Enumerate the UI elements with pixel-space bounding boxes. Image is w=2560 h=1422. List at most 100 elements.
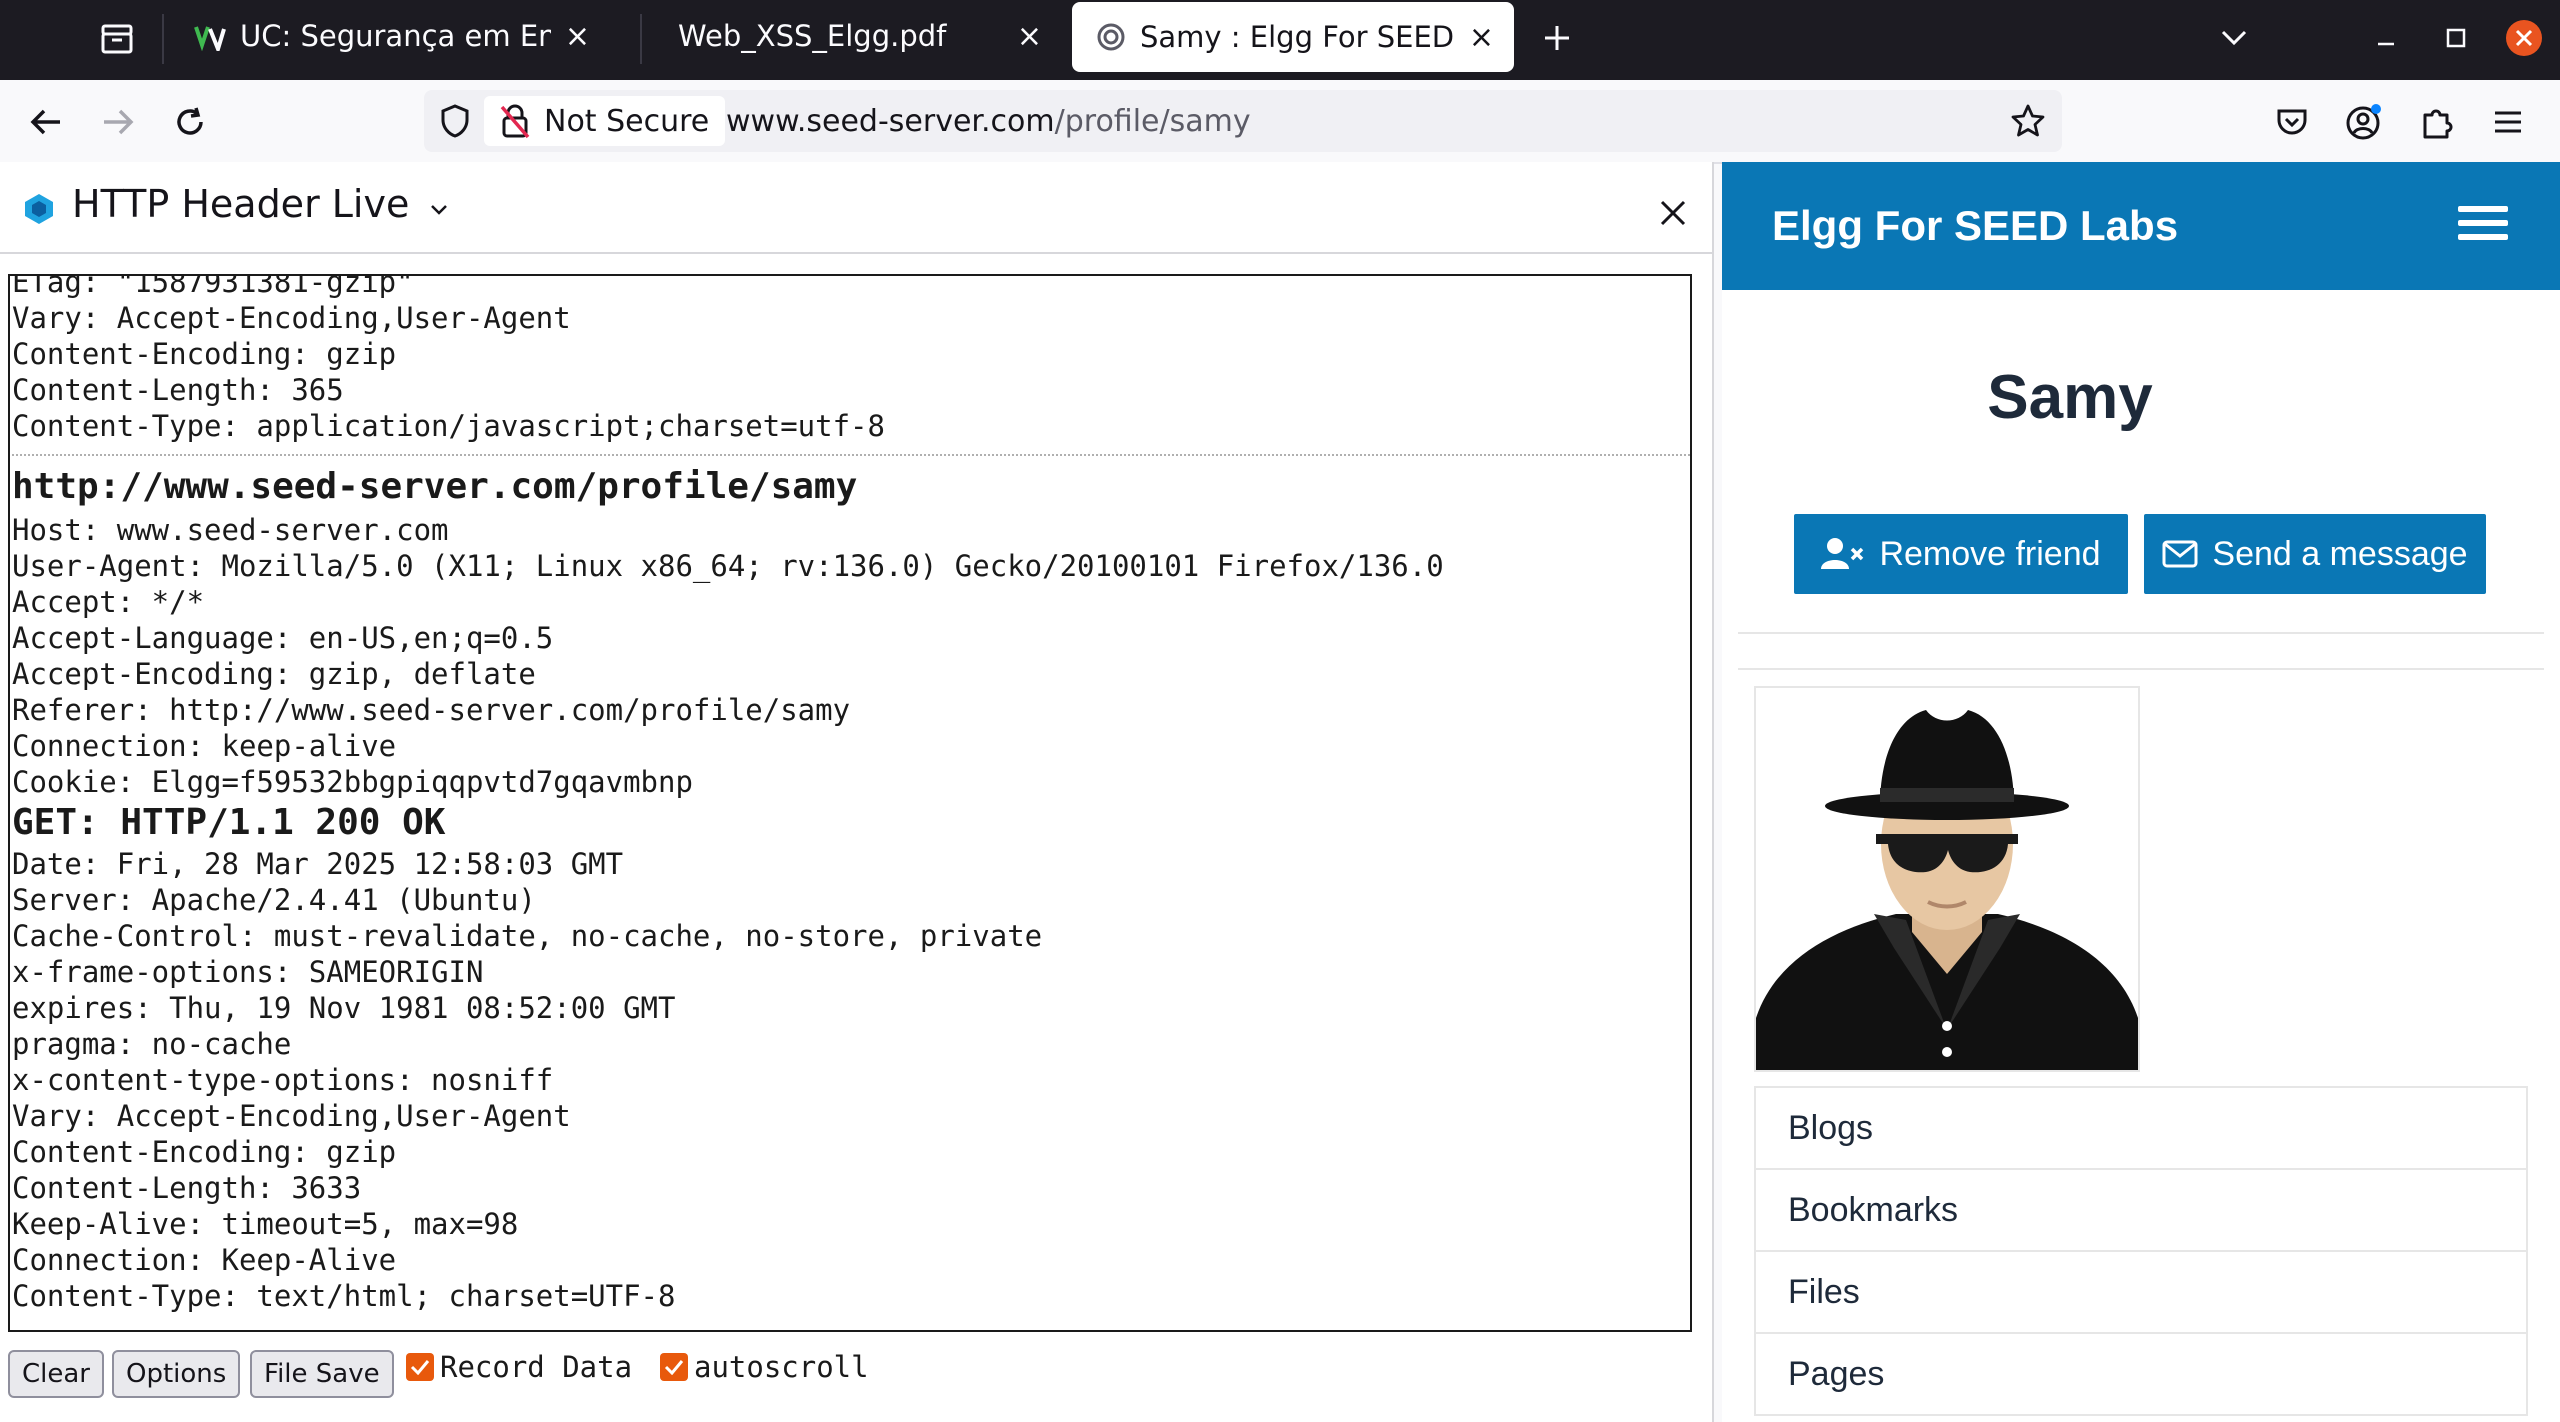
close-icon [1660,200,1686,226]
account-icon [2346,104,2381,140]
header-line: Keep-Alive: timeout=5, max=98 [12,1207,519,1241]
checkmark-icon [660,1353,688,1381]
arrow-left-icon [30,109,60,135]
url-path: /profile/samy [1054,103,1251,139]
remove-friend-button[interactable]: Remove friend [1794,514,2128,594]
http-log-output[interactable]: ETag: "1587931381-gzip" Vary: Accept-Enco… [8,274,1692,1332]
header-line: Content-Type: text/html; charset=UTF-8 [12,1279,676,1313]
close-window-button[interactable] [2494,8,2554,68]
security-indicator[interactable]: Not Secure [484,96,726,146]
tab-title: Web_XSS_Elgg.pdf [678,19,947,53]
arrow-right-icon [104,109,134,135]
divider [1738,668,2544,670]
header-line: Date: Fri, 28 Mar 2025 12:58:03 GMT [12,847,624,881]
tab-favicon-icon [194,21,226,51]
firefox-view-button[interactable] [92,18,142,60]
close-tab-icon[interactable]: × [1469,20,1494,55]
request-url[interactable]: http://www.seed-server.com/profile/samy [12,462,1690,512]
sidebar-switcher[interactable]: HTTP Header Live [72,182,449,226]
tab-title: Samy : Elgg For SEED Labs [1140,20,1455,54]
hamburger-menu-icon [2495,111,2521,133]
header-line: Accept: */* [12,585,205,619]
back-button[interactable] [22,98,70,146]
pocket-icon [2277,109,2307,135]
header-line: Cookie: Elgg=f59532bbgpiqqpvtd7gqavmbnp [12,765,693,799]
bookmark-star-icon[interactable] [2010,103,2046,143]
file-save-button[interactable]: File Save [250,1350,394,1398]
request-headers-block: Host: www.seed-server.com User-Agent: Moz… [12,512,1690,800]
header-line: Vary: Accept-Encoding,User-Agent [12,301,571,335]
header-line: Content-Encoding: gzip [12,337,397,371]
envelope-icon [2162,540,2198,568]
tab-web-xss-pdf[interactable]: Web_XSS_Elgg.pdf × [652,0,1062,72]
chevron-down-icon [2221,30,2247,46]
maximize-button[interactable] [2426,8,2486,68]
header-line: expires: Thu, 19 Nov 1981 08:52:00 GMT [12,991,676,1025]
tab-uc-seguranca[interactable]: UC: Segurança em Engenharia de Software … [170,0,610,72]
url-host: www.seed-server.com [726,103,1055,139]
tab-separator [162,14,164,64]
sidebar-header: HTTP Header Live [0,162,1712,254]
header-line: Server: Apache/2.4.41 (Ubuntu) [12,883,536,917]
site-title[interactable]: Elgg For SEED Labs [1772,202,2178,250]
checkmark-icon [406,1353,434,1381]
header-line: x-content-type-options: nosniff [12,1063,554,1097]
response-status: GET: HTTP/1.1 200 OK [12,802,446,843]
close-tab-icon[interactable]: × [1017,19,1042,54]
close-sidebar-button[interactable] [1648,188,1698,238]
not-secure-label: Not Secure [544,103,710,139]
navigation-toolbar: Not Secure www.seed-server.com/profile/s… [0,80,2560,164]
tab-title: UC: Segurança em Engenharia de Software [240,19,551,53]
minimize-button[interactable] [2356,8,2416,68]
header-line: Content-Length: 365 [12,373,344,407]
tab-favicon-icon [1096,22,1126,52]
clear-button[interactable]: Clear [8,1350,104,1398]
app-menu-button[interactable] [2484,98,2532,146]
site-menu-toggle-icon[interactable] [2458,206,2508,246]
header-line: Accept-Language: en-US,en;q=0.5 [12,621,554,655]
divider [1738,632,2544,634]
options-button[interactable]: Options [112,1350,241,1398]
forward-button[interactable] [94,98,142,146]
header-line: ETag: "1587931381-gzip" [12,274,414,299]
header-line: User-Agent: Mozilla/5.0 (X11; Linux x86_… [12,549,1444,583]
minimize-icon [2378,42,2394,46]
sidebar-title: HTTP Header Live [72,182,410,226]
list-all-tabs-button[interactable] [2204,8,2264,68]
account-button[interactable] [2340,98,2388,146]
menu-item-pages[interactable]: Pages [1756,1334,2526,1416]
entry-divider [12,454,1690,456]
send-message-button[interactable]: Send a message [2144,514,2486,594]
menu-item-files[interactable]: Files [1756,1252,2526,1334]
autoscroll-label: autoscroll [694,1350,869,1384]
profile-avatar[interactable] [1754,686,2140,1072]
header-line: Connection: keep-alive [12,729,397,763]
remove-friend-label: Remove friend [1879,534,2101,573]
puzzle-piece-icon [2423,109,2453,139]
menu-item-blogs[interactable]: Blogs [1756,1088,2526,1170]
header-line: x-frame-options: SAMEORIGIN [12,955,484,989]
close-tab-icon[interactable]: × [565,19,590,54]
header-line: Referer: http://www.seed-server.com/prof… [12,693,851,727]
new-tab-button[interactable] [1532,16,1582,60]
web-page-content: Elgg For SEED Labs Samy Remove friend Se… [1722,162,2560,1422]
record-data-checkbox[interactable]: Record Data [406,1350,632,1384]
extensions-button[interactable] [2412,98,2460,146]
header-line: Content-Type: application/javascript;cha… [12,409,885,443]
header-line: Content-Length: 3633 [12,1171,362,1205]
pocket-button[interactable] [2268,98,2316,146]
address-bar[interactable]: Not Secure www.seed-server.com/profile/s… [424,90,2062,152]
profile-name: Samy [1987,363,2153,432]
reload-button[interactable] [166,98,214,146]
response-headers-block: Date: Fri, 28 Mar 2025 12:58:03 GMT Serve… [12,846,1690,1314]
firefox-view-icon [101,24,133,54]
tab-samy-elgg[interactable]: Samy : Elgg For SEED Labs × [1072,2,1514,72]
url-text[interactable]: www.seed-server.com/profile/samy [726,90,1251,152]
autoscroll-checkbox[interactable]: autoscroll [660,1350,869,1384]
tracking-protection-shield-icon[interactable] [440,104,470,142]
reload-icon [177,107,203,135]
spy-avatar-icon [1756,710,2138,1070]
tab-bar: UC: Segurança em Engenharia de Software … [0,0,2560,80]
menu-item-bookmarks[interactable]: Bookmarks [1756,1170,2526,1252]
header-line: Accept-Encoding: gzip, deflate [12,657,536,691]
